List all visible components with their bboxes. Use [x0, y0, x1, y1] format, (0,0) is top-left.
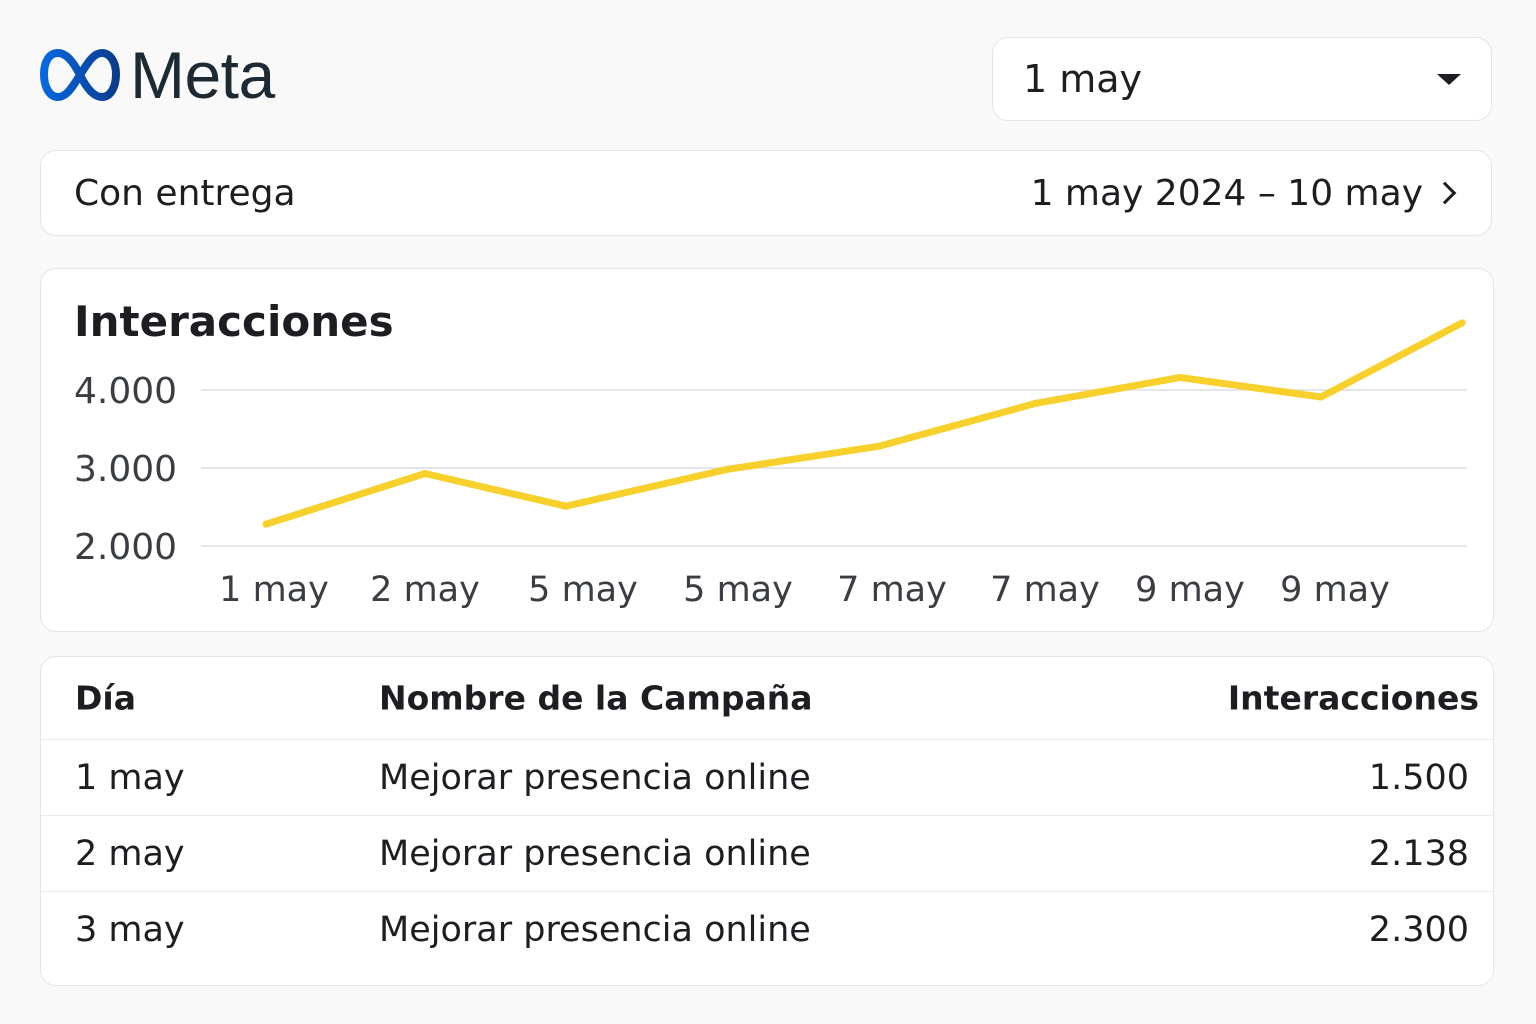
- x-tick-label: 9 may: [1280, 570, 1390, 610]
- row-day: 3 may: [75, 909, 185, 950]
- data-point: [1032, 399, 1040, 407]
- interactions-chart-card: Interacciones 4.000 3.000 2.000 1 may 2 may 5…: [40, 268, 1494, 632]
- date-range-link[interactable]: 1 may 2024 – 10 may: [1031, 173, 1461, 214]
- data-point: [1458, 319, 1466, 327]
- y-tick-label: 4.000: [74, 371, 177, 412]
- x-tick-label: 9 may: [1135, 570, 1245, 610]
- chevron-right-icon: [1433, 181, 1457, 205]
- column-header-day[interactable]: Día: [75, 679, 136, 718]
- table-header-row: Día Nombre de la Campaña Interacciones: [41, 657, 1493, 740]
- caret-down-icon: [1437, 73, 1461, 85]
- data-point: [1317, 393, 1325, 401]
- x-tick-label: 1 may: [219, 570, 329, 610]
- row-day: 2 may: [75, 833, 185, 874]
- row-interactions: 1.500: [1368, 757, 1469, 798]
- column-header-campaign[interactable]: Nombre de la Campaña: [379, 679, 813, 718]
- x-tick-label: 5 may: [683, 570, 793, 610]
- meta-infinity-logo-icon: [40, 49, 120, 101]
- y-tick-label: 2.000: [74, 527, 177, 568]
- y-tick-label: 3.000: [74, 449, 177, 490]
- date-select-dropdown[interactable]: 1 may: [992, 37, 1492, 121]
- data-point: [875, 442, 883, 450]
- row-interactions: 2.300: [1368, 909, 1469, 950]
- x-tick-label: 7 may: [837, 570, 947, 610]
- x-tick-label: 7 may: [990, 570, 1100, 610]
- x-tick-label: 5 may: [528, 570, 638, 610]
- row-campaign: Mejorar presencia online: [379, 757, 811, 798]
- table-row[interactable]: 1 may Mejorar presencia online 1.500: [41, 740, 1493, 816]
- meta-logo[interactable]: Meta: [40, 42, 275, 108]
- row-interactions: 2.138: [1368, 833, 1469, 874]
- table-row[interactable]: 3 may Mejorar presencia online 2.300: [41, 892, 1493, 967]
- row-campaign: Mejorar presencia online: [379, 833, 811, 874]
- data-point: [1176, 374, 1184, 381]
- delivery-filter-bar[interactable]: Con entrega 1 may 2024 – 10 may: [40, 150, 1492, 236]
- data-point: [421, 470, 429, 477]
- column-header-interactions[interactable]: Interacciones: [1228, 679, 1479, 718]
- row-day: 1 may: [75, 757, 185, 798]
- table-row[interactable]: 2 may Mejorar presencia online 2.138: [41, 816, 1493, 892]
- date-select-value: 1 may: [1023, 57, 1143, 101]
- data-point: [722, 466, 730, 474]
- data-point: [562, 502, 570, 510]
- campaign-table: Día Nombre de la Campaña Interacciones 1…: [40, 656, 1494, 986]
- data-point: [262, 520, 270, 528]
- row-campaign: Mejorar presencia online: [379, 909, 811, 950]
- x-tick-label: 2 may: [370, 570, 480, 610]
- date-range-label: 1 may 2024 – 10 may: [1030, 172, 1423, 214]
- interactions-series-line: [262, 319, 1466, 528]
- interactions-line-chart: 4.000 3.000 2.000 1 may 2 may 5 may 5 may 7 may…: [74, 319, 1467, 610]
- brand-name: Meta: [130, 38, 275, 112]
- delivery-status-label: Con entrega: [74, 172, 296, 214]
